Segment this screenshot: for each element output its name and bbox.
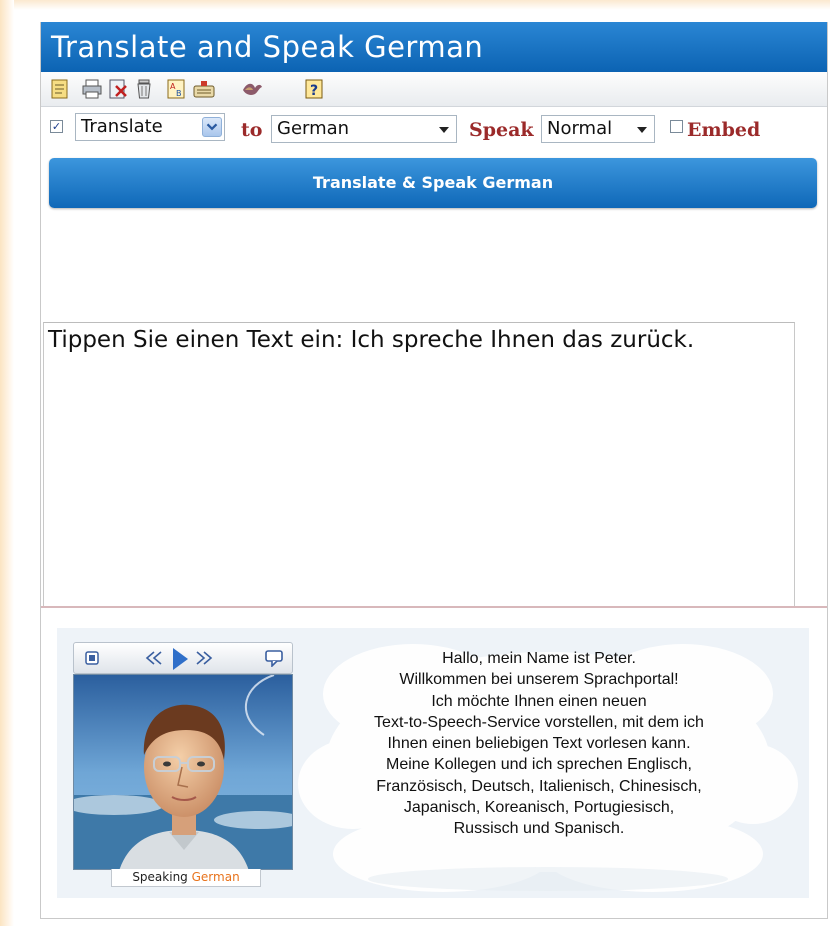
- bubble-line: Japanisch, Koreanisch, Portugiesisch,: [403, 799, 675, 817]
- svg-text:B: B: [176, 89, 182, 98]
- bubble-line: Meine Kollegen und ich sprechen Englisch…: [386, 756, 692, 774]
- speaking-language: German: [191, 870, 240, 884]
- keyboard-icon[interactable]: [193, 78, 215, 100]
- stop-icon[interactable]: [84, 650, 100, 666]
- toolbar: A B ?: [41, 72, 827, 107]
- dropdown-arrow-icon: [439, 127, 449, 133]
- embed-checkbox[interactable]: [670, 120, 683, 133]
- chevron-down-icon: [202, 117, 222, 137]
- translate-checkbox[interactable]: ✓: [50, 120, 63, 133]
- play-icon[interactable]: [170, 646, 190, 672]
- speed-select-value: Normal: [547, 118, 613, 139]
- bubble-line: Französisch, Deutsch, Italienisch, Chine…: [376, 777, 702, 795]
- trash-icon[interactable]: [133, 78, 155, 100]
- avatar-player: Speaking German Hallo, mein Name ist Pet…: [57, 628, 809, 898]
- avatar-image: [73, 674, 293, 870]
- notepad-icon[interactable]: [49, 78, 71, 100]
- translate-icon[interactable]: A B: [165, 78, 187, 100]
- target-language-select[interactable]: German: [271, 115, 457, 143]
- translate-speak-widget: Translate and Speak German A B ? ✓ Trans…: [40, 22, 828, 919]
- bubble-line: Willkommen bei unserem Sprachportal!: [399, 671, 679, 689]
- speech-bubble-text: Hallo, mein Name ist Peter. Willkommen b…: [319, 648, 759, 840]
- mode-select[interactable]: Translate: [75, 113, 225, 141]
- options-row: ✓ Translate to German Speak Normal Embed: [41, 107, 827, 147]
- bubble-line: Hallo, mein Name ist Peter.: [442, 650, 636, 667]
- speech-bubble-icon[interactable]: [264, 649, 284, 667]
- page-frame-left: [0, 0, 14, 926]
- bubble-line: Ich möchte Ihnen einen neuen: [431, 692, 647, 710]
- speed-select[interactable]: Normal: [541, 115, 655, 143]
- speaking-status: Speaking German: [111, 869, 261, 887]
- embed-label: Embed: [687, 119, 761, 141]
- print-icon[interactable]: [81, 78, 103, 100]
- fast-forward-icon[interactable]: [194, 650, 214, 666]
- text-input[interactable]: Tippen Sie einen Text ein: Ich spreche I…: [43, 322, 795, 608]
- player-controls: [73, 642, 293, 674]
- to-label: to: [241, 119, 263, 141]
- widget-title: Translate and Speak German: [41, 22, 827, 72]
- divider: [41, 606, 827, 608]
- speaking-label: Speaking: [132, 870, 188, 884]
- bubble-line: Ihnen einen beliebigen Text vorlesen kan…: [387, 735, 691, 753]
- speak-label: Speak: [469, 119, 534, 141]
- svg-text:?: ?: [310, 83, 318, 99]
- bubble-line: Russisch und Spanisch.: [453, 820, 625, 838]
- bubble-line: Text-to-Speech-Service vorstellen, mit d…: [374, 713, 704, 731]
- dropdown-arrow-icon: [637, 127, 647, 133]
- target-language-value: German: [277, 118, 350, 139]
- help-icon[interactable]: ?: [303, 78, 325, 100]
- page-frame-top: [0, 0, 830, 10]
- mode-select-value: Translate: [81, 116, 163, 137]
- translate-speak-button[interactable]: Translate & Speak German: [49, 158, 817, 208]
- close-document-icon[interactable]: [107, 78, 129, 100]
- speech-icon[interactable]: [241, 78, 263, 100]
- rewind-icon[interactable]: [144, 650, 164, 666]
